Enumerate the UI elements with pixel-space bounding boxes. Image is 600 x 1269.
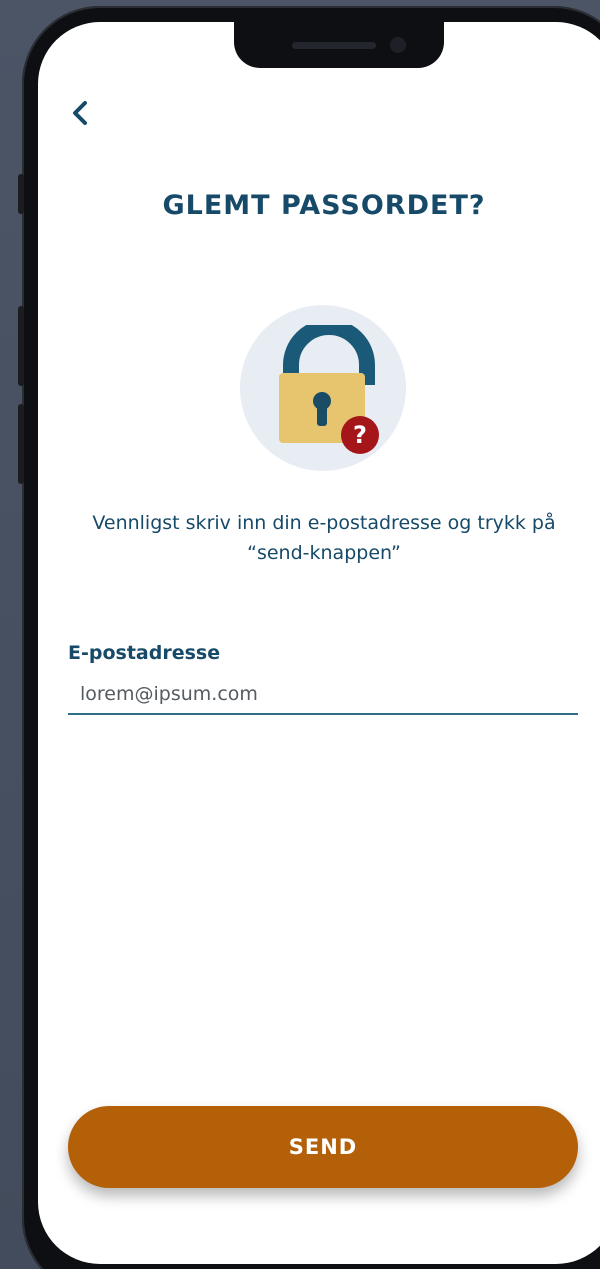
front-camera [390,37,406,53]
side-button-volume-down [18,404,24,484]
page-title: GLEMT PASSORDET? [162,190,486,221]
send-button[interactable]: SEND [68,1106,578,1188]
app-screen: GLEMT PASSORDET? ? Vennligst skriv inn d… [38,22,600,1264]
back-button[interactable] [66,96,96,130]
chevron-left-icon [73,101,87,125]
email-label: E-postadresse [68,642,221,664]
side-button-top [18,174,24,214]
lock-question-icon: ? [279,325,379,454]
speaker-grille [292,42,376,49]
device-mockup: GLEMT PASSORDET? ? Vennligst skriv inn d… [0,0,600,1269]
email-field[interactable] [68,675,578,715]
instruction-text: Vennligst skriv inn din e-postadresse og… [92,512,556,564]
side-button-volume-up [18,306,24,386]
question-mark: ? [353,421,367,449]
device-notch [234,22,444,68]
